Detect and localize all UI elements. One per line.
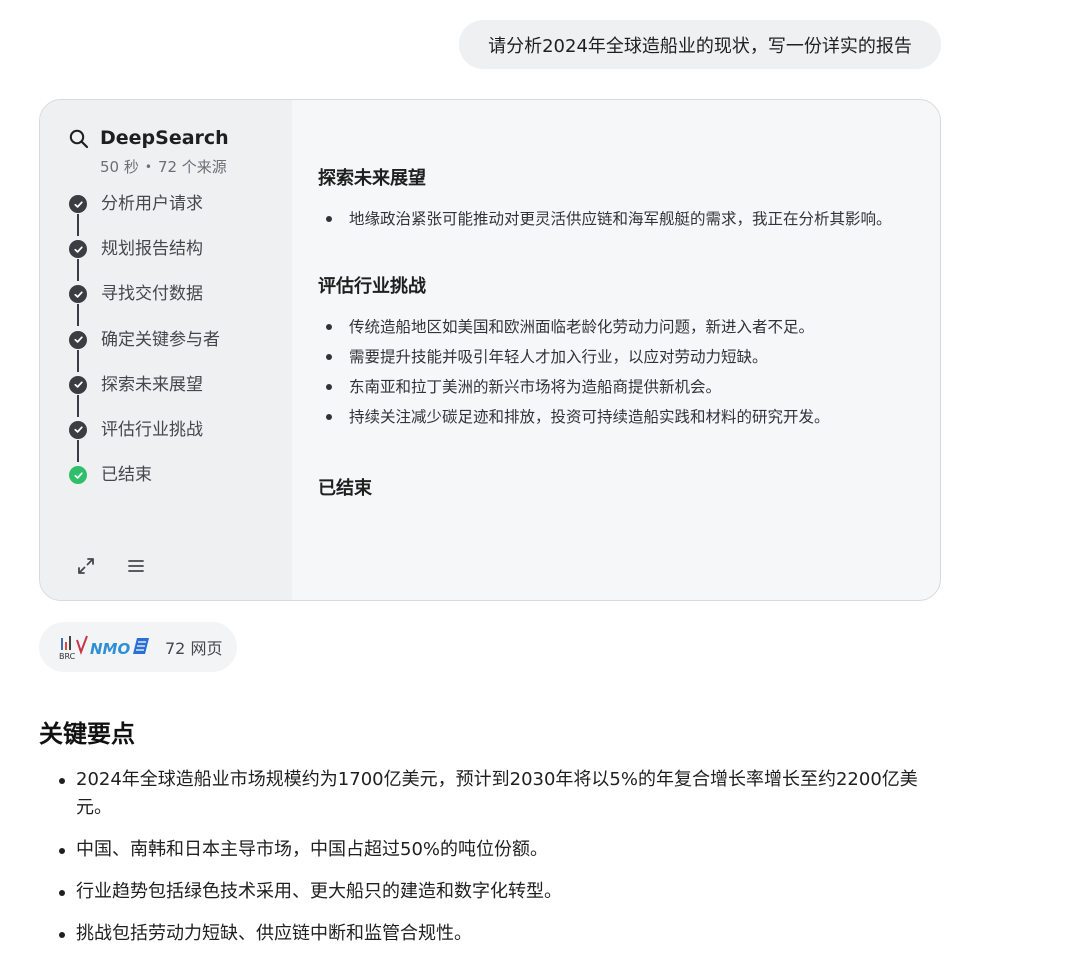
step-label: 寻找交付数据 [101,284,203,305]
check-circle-icon [69,195,87,213]
check-circle-icon [69,375,87,394]
user-message-bubble: 请分析2024年全球造船业的现状，写一份详实的报告 [459,20,941,69]
step-item: 评估行业挑战 [69,418,220,463]
step-item: 已结束 [69,463,220,508]
deepsearch-duration: 50 秒 [100,158,139,176]
separator-dot: • [144,159,152,174]
user-message-text: 请分析2024年全球造船业的现状，写一份详实的报告 [488,35,912,57]
step-label: 评估行业挑战 [101,419,203,440]
deepsearch-meta: 50 秒 • 72 个来源 [100,156,292,177]
section-bullets: 传统造船地区如美国和欧洲面临老龄化劳动力问题，新进入者不足。 需要提升技能并吸引年… [318,312,910,432]
step-connector [77,349,79,372]
sources-pill[interactable]: BRC NMO 72 网页 [39,622,237,672]
search-icon [68,128,90,150]
step-label: 已结束 [101,465,152,486]
check-circle-icon [69,330,87,349]
deepsearch-card: DeepSearch 50 秒 • 72 个来源 分析用户请求 规划报告结构 寻找交… [39,99,941,601]
bullet-item: 传统造船地区如美国和欧洲面临老龄化劳动力问题，新进入者不足。 [318,312,910,342]
bullet-item: 地缘政治紧张可能推动对更灵活供应链和海军舰艇的需求，我正在分析其影响。 [318,204,910,234]
step-connector [77,214,79,236]
key-point-item: 行业趋势包括绿色技术采用、更大船只的建造和数字化转型。 [39,878,939,906]
step-item: 探索未来展望 [69,373,220,418]
bullet-item: 需要提升技能并吸引年轻人才加入行业，以应对劳动力短缺。 [318,342,910,372]
check-circle-icon [69,420,87,439]
key-points-title: 关键要点 [39,720,135,748]
content-section: 探索未来展望地缘政治紧张可能推动对更灵活供应链和海军舰艇的需求，我正在分析其影响… [318,166,910,234]
key-point-item: 挑战包括劳动力短缺、供应链中断和监管合规性。 [39,920,939,948]
step-connector [77,394,79,417]
deepsearch-toolbar [76,556,146,580]
source-logos-icon: BRC NMO [49,632,159,662]
step-connector [77,439,79,462]
step-label: 分析用户请求 [101,194,203,214]
check-circle-icon [69,285,87,304]
deepsearch-sources: 72 个来源 [157,158,227,176]
step-connector [77,259,79,282]
deepsearch-title: DeepSearch [100,127,229,149]
key-point-item: 中国、南韩和日本主导市场，中国占超过50%的吨位份额。 [39,836,939,864]
bullet-item: 持续关注减少碳足迹和排放，投资可持续造船实践和材料的研究开发。 [318,402,910,432]
step-label: 规划报告结构 [101,239,203,260]
chat-page: 请分析2024年全球造船业的现状，写一份详实的报告 DeepSearch 50 … [0,0,1080,959]
section-title: 已结束 [318,478,372,499]
content-section: 已结束 [318,476,910,502]
deepsearch-content: 探索未来展望地缘政治紧张可能推动对更灵活供应链和海军舰艇的需求，我正在分析其影响… [292,100,940,600]
step-label: 探索未来展望 [101,374,203,395]
step-list: 分析用户请求 规划报告结构 寻找交付数据 确定关键参与者 探索未来展望 评估行业挑战 已结束 [69,192,220,508]
key-points-list: 2024年全球造船业市场规模约为1700亿美元，预计到2030年将以5%的年复合… [39,766,939,959]
check-circle-icon [69,240,87,259]
step-connector [77,304,79,327]
sources-count: 72 网页 [165,639,223,658]
key-point-item: 2024年全球造船业市场规模约为1700亿美元，预计到2030年将以5%的年复合… [39,766,939,822]
step-item: 规划报告结构 [69,237,220,282]
check-circle-green-icon [69,466,87,485]
svg-text:BRC: BRC [59,652,76,661]
deepsearch-sidebar: DeepSearch 50 秒 • 72 个来源 分析用户请求 规划报告结构 寻找交… [40,100,292,600]
expand-icon[interactable] [76,556,96,580]
step-item: 确定关键参与者 [69,328,220,373]
section-title: 探索未来展望 [318,168,426,189]
deepsearch-header: DeepSearch [68,127,292,150]
section-title: 评估行业挑战 [318,276,426,297]
step-item: 分析用户请求 [69,192,220,237]
menu-icon[interactable] [126,556,146,580]
svg-text:NMO: NMO [90,640,130,658]
section-bullets: 地缘政治紧张可能推动对更灵活供应链和海军舰艇的需求，我正在分析其影响。 [318,204,910,234]
content-section: 评估行业挑战传统造船地区如美国和欧洲面临老龄化劳动力问题，新进入者不足。 需要提升… [318,274,910,432]
bullet-item: 东南亚和拉丁美洲的新兴市场将为造船商提供新机会。 [318,372,910,402]
step-label: 确定关键参与者 [101,329,220,350]
step-item: 寻找交付数据 [69,282,220,327]
